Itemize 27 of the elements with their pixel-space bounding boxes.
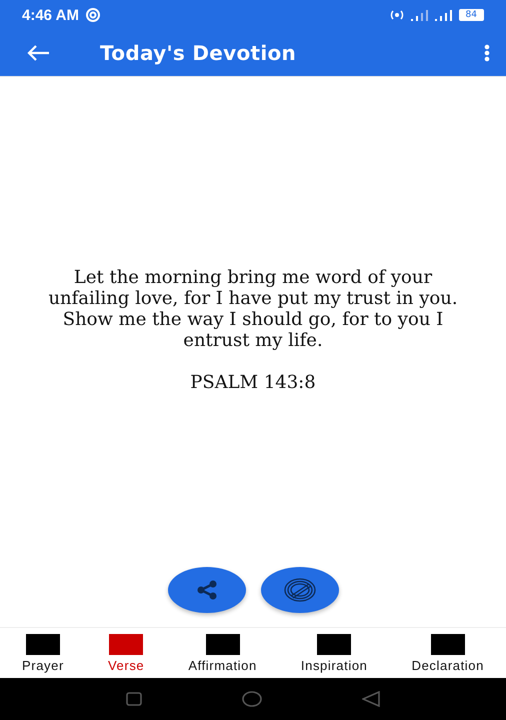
verse-text: Let the morning bring me word of your unfailing love, for I have put my trust in you. Show me the way I should go, for to you I entrust my life. bbox=[47, 267, 459, 351]
hotspot-icon bbox=[388, 10, 405, 20]
back-icon[interactable] bbox=[362, 691, 380, 707]
tab-square-icon bbox=[206, 634, 240, 654]
status-time: 4:46 AM bbox=[22, 6, 79, 24]
nav-tab[interactable]: Prayer bbox=[20, 634, 66, 672]
signal-icon bbox=[410, 10, 429, 20]
share-button[interactable] bbox=[168, 567, 246, 613]
battery-icon: 84 bbox=[458, 9, 484, 21]
home-icon[interactable] bbox=[242, 691, 262, 707]
tab-square-icon bbox=[109, 634, 144, 654]
signal-icon bbox=[434, 10, 453, 20]
tab-square-icon bbox=[317, 634, 352, 654]
logo-button[interactable] bbox=[260, 567, 338, 613]
hotspot-icon bbox=[84, 8, 101, 22]
recents-icon[interactable] bbox=[126, 692, 142, 706]
nav-tab[interactable]: Inspiration bbox=[298, 634, 370, 672]
tab-square-icon bbox=[430, 634, 465, 654]
nav-tab[interactable]: Verse bbox=[106, 634, 146, 672]
emblem-icon bbox=[282, 577, 316, 603]
nav-tab[interactable]: Affirmation bbox=[186, 634, 259, 672]
tab-square-icon bbox=[26, 634, 60, 654]
share-icon bbox=[196, 580, 218, 600]
more-icon[interactable] bbox=[484, 44, 490, 62]
verse-reference: PSALM 143:8 bbox=[190, 372, 316, 393]
app-title: Today's Devotion bbox=[100, 41, 298, 65]
nav-tab[interactable]: Declaration bbox=[410, 634, 486, 672]
